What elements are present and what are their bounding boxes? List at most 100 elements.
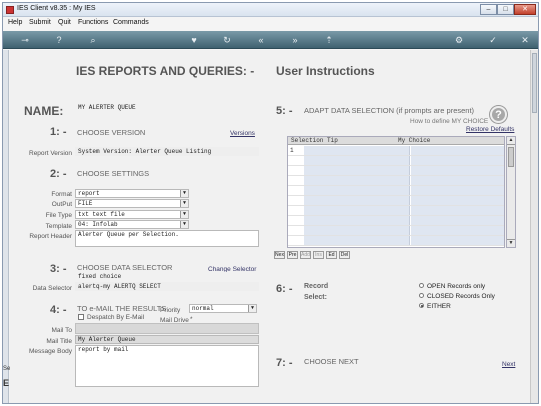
maximize-button[interactable]: □ — [497, 4, 514, 15]
chevron-down-icon[interactable]: ▼ — [180, 190, 188, 197]
grid-cell[interactable] — [411, 166, 504, 175]
scrollbar-thumb[interactable] — [532, 53, 537, 113]
grid-row[interactable]: 1 — [288, 146, 504, 156]
step-5-title: ADAPT DATA SELECTION (if prompts are pre… — [304, 106, 475, 115]
chevron-down-icon[interactable]: ▼ — [180, 221, 188, 228]
grid-next-button[interactable]: Nex — [274, 251, 285, 259]
grid-row[interactable] — [288, 206, 504, 216]
toolbar: ⊸ ? ⌕ ♥ ↻ « » ⇡ ⚙ ✓ ✕ — [3, 31, 538, 49]
grid-row[interactable] — [288, 196, 504, 206]
closed-records-radio[interactable] — [419, 293, 424, 298]
heart-icon[interactable]: ♥ — [188, 34, 200, 46]
open-records-radio[interactable] — [419, 283, 424, 288]
priority-select[interactable]: normal ▼ — [189, 304, 257, 313]
either-radio[interactable] — [419, 303, 424, 308]
grid-row[interactable] — [288, 236, 504, 246]
close-button[interactable]: ✕ — [514, 4, 536, 15]
menu-bar: Help Submit Quit Functions Commands — [3, 18, 538, 30]
grid-row[interactable] — [288, 226, 504, 236]
grid-cell[interactable] — [411, 206, 504, 215]
scroll-down-icon[interactable]: ▼ — [507, 239, 515, 247]
grid-scrollbar[interactable]: ▲ ▼ — [506, 136, 516, 248]
grid-cell[interactable] — [411, 146, 504, 155]
grid-delete-button[interactable]: Del — [339, 251, 350, 259]
how-to-define-text: How to define MY CHOICE — [410, 118, 489, 125]
grid-row[interactable] — [288, 176, 504, 186]
menu-help[interactable]: Help — [8, 19, 22, 26]
message-body-field[interactable]: report by mail — [75, 345, 259, 387]
mail-title-field[interactable]: My Alerter Queue — [75, 335, 259, 344]
grid-cell[interactable] — [411, 236, 504, 245]
grid-cell[interactable] — [411, 226, 504, 235]
scroll-up-icon[interactable]: ▲ — [507, 137, 515, 145]
grid-cell[interactable] — [411, 196, 504, 205]
grid-cell[interactable] — [304, 226, 410, 235]
message-body-label: Message Body — [29, 348, 72, 355]
forward-icon[interactable]: » — [289, 34, 301, 46]
page-scrollbar[interactable] — [530, 50, 538, 403]
either-label: EITHER — [427, 303, 451, 310]
menu-functions[interactable]: Functions — [78, 19, 108, 26]
template-select[interactable]: 04: Infolab ▼ — [75, 220, 189, 229]
chevron-down-icon[interactable]: ▼ — [180, 211, 188, 218]
selection-grid[interactable]: Selection Tip My Choice 1 — [287, 136, 505, 248]
grid-cell[interactable] — [304, 196, 410, 205]
grid-row[interactable] — [288, 156, 504, 166]
grid-row[interactable] — [288, 166, 504, 176]
grid-cell[interactable] — [411, 186, 504, 195]
menu-submit[interactable]: Submit — [29, 19, 51, 26]
mail-drive-value: * — [190, 316, 193, 323]
despatch-email-checkbox[interactable] — [78, 314, 84, 320]
restore-defaults-link[interactable]: Restore Defaults — [466, 126, 514, 133]
chevron-down-icon[interactable]: ▼ — [180, 200, 188, 207]
grid-cell[interactable] — [304, 206, 410, 215]
key-icon[interactable]: ⊸ — [17, 34, 33, 46]
fixed-choice-text: fixed choice — [75, 272, 259, 281]
menu-commands[interactable]: Commands — [113, 19, 149, 26]
grid-row[interactable] — [288, 216, 504, 226]
versions-link[interactable]: Versions — [230, 130, 255, 137]
title-bar: IES Client v8.35 : My IES – □ ✕ — [3, 3, 538, 17]
refresh-icon[interactable]: ↻ — [221, 34, 233, 46]
file-type-select[interactable]: txt text file ▼ — [75, 210, 189, 219]
mail-to-field[interactable] — [75, 323, 259, 334]
step-7-title: CHOOSE NEXT — [304, 357, 359, 366]
grid-cell[interactable] — [411, 156, 504, 165]
grid-cell[interactable] — [411, 176, 504, 185]
grid-scrollbar-thumb[interactable] — [508, 147, 514, 167]
output-select[interactable]: FILE ▼ — [75, 199, 189, 208]
format-select[interactable]: report ▼ — [75, 189, 189, 198]
minimize-button[interactable]: – — [480, 4, 497, 15]
grid-insert-button[interactable]: Ins — [313, 251, 324, 259]
gear-icon[interactable]: ⚙ — [453, 34, 465, 46]
grid-edit-button[interactable]: Ed — [326, 251, 337, 259]
search-icon[interactable]: ⌕ — [87, 34, 99, 46]
check-icon[interactable]: ✓ — [487, 34, 499, 46]
rewind-icon[interactable]: « — [255, 34, 267, 46]
grid-cell[interactable] — [304, 156, 410, 165]
grid-cell[interactable] — [411, 216, 504, 225]
chevron-down-icon[interactable]: ▼ — [248, 305, 256, 312]
grid-cell[interactable] — [304, 216, 410, 225]
grid-cell[interactable] — [304, 186, 410, 195]
step-1-number: 1: - — [50, 126, 67, 138]
grid-cell[interactable] — [304, 166, 410, 175]
grid-add-button[interactable]: Add — [300, 251, 311, 259]
grid-prev-button[interactable]: Pre — [287, 251, 298, 259]
grid-cell[interactable] — [304, 236, 410, 245]
close-icon[interactable]: ✕ — [519, 34, 531, 46]
name-field[interactable]: MY ALERTER QUEUE — [75, 103, 259, 112]
menu-quit[interactable]: Quit — [58, 19, 71, 26]
name-label: NAME: — [24, 104, 64, 118]
left-side-panel: Sel E — [3, 50, 12, 403]
grid-row[interactable] — [288, 186, 504, 196]
report-header-field[interactable]: Alerter Queue per Selection. — [75, 230, 259, 247]
page-subtitle: User Instructions — [276, 64, 375, 78]
grid-cell[interactable] — [304, 176, 410, 185]
grid-cell[interactable] — [304, 146, 410, 155]
help-icon[interactable]: ? — [490, 106, 507, 123]
next-link[interactable]: Next — [502, 361, 515, 368]
mail-to-label: Mail To — [51, 327, 72, 334]
upload-icon[interactable]: ⇡ — [323, 34, 335, 46]
help-icon[interactable]: ? — [53, 34, 65, 46]
